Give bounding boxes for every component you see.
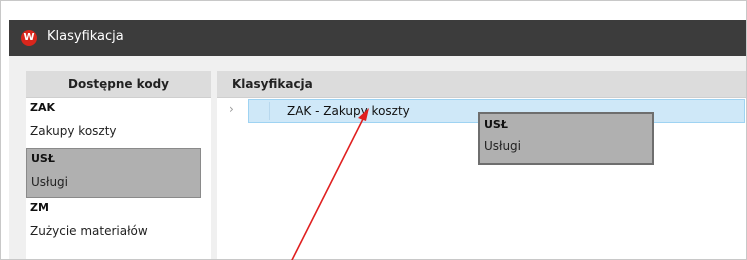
- code-item-zak[interactable]: ZAK Zakupy koszty: [26, 98, 211, 146]
- code-item-name: Usługi: [31, 175, 69, 189]
- drag-preview-name: Usługi: [484, 139, 522, 153]
- code-item-name: Zakupy koszty: [30, 124, 117, 138]
- tree-node-label: ZAK - Zakupy koszty: [287, 104, 410, 118]
- classification-header: Klasyfikacja: [217, 71, 746, 98]
- app-logo-icon: W: [21, 30, 37, 46]
- code-item-usl[interactable]: USŁ Usługi: [26, 148, 201, 198]
- classification-panel: Klasyfikacja › ZAK - Zakupy koszty: [217, 71, 746, 259]
- code-item-code: ZM: [30, 201, 49, 214]
- title-bar[interactable]: W Klasyfikacja: [9, 20, 746, 56]
- chevron-right-icon[interactable]: ›: [229, 102, 234, 116]
- available-codes-panel: Dostępne kody ZAK Zakupy koszty USŁ Usłu…: [26, 71, 211, 259]
- code-item-zm[interactable]: ZM Zużycie materiałów: [26, 198, 211, 246]
- code-item-code: USŁ: [31, 152, 55, 165]
- tree-node-divider: [269, 102, 270, 120]
- window-title: Klasyfikacja: [47, 29, 124, 44]
- code-item-code: ZAK: [30, 101, 56, 114]
- drag-preview: USŁ Usługi: [478, 112, 654, 165]
- code-item-name: Zużycie materiałów: [30, 224, 148, 238]
- available-codes-header: Dostępne kody: [26, 71, 211, 98]
- drag-preview-code: USŁ: [484, 118, 508, 131]
